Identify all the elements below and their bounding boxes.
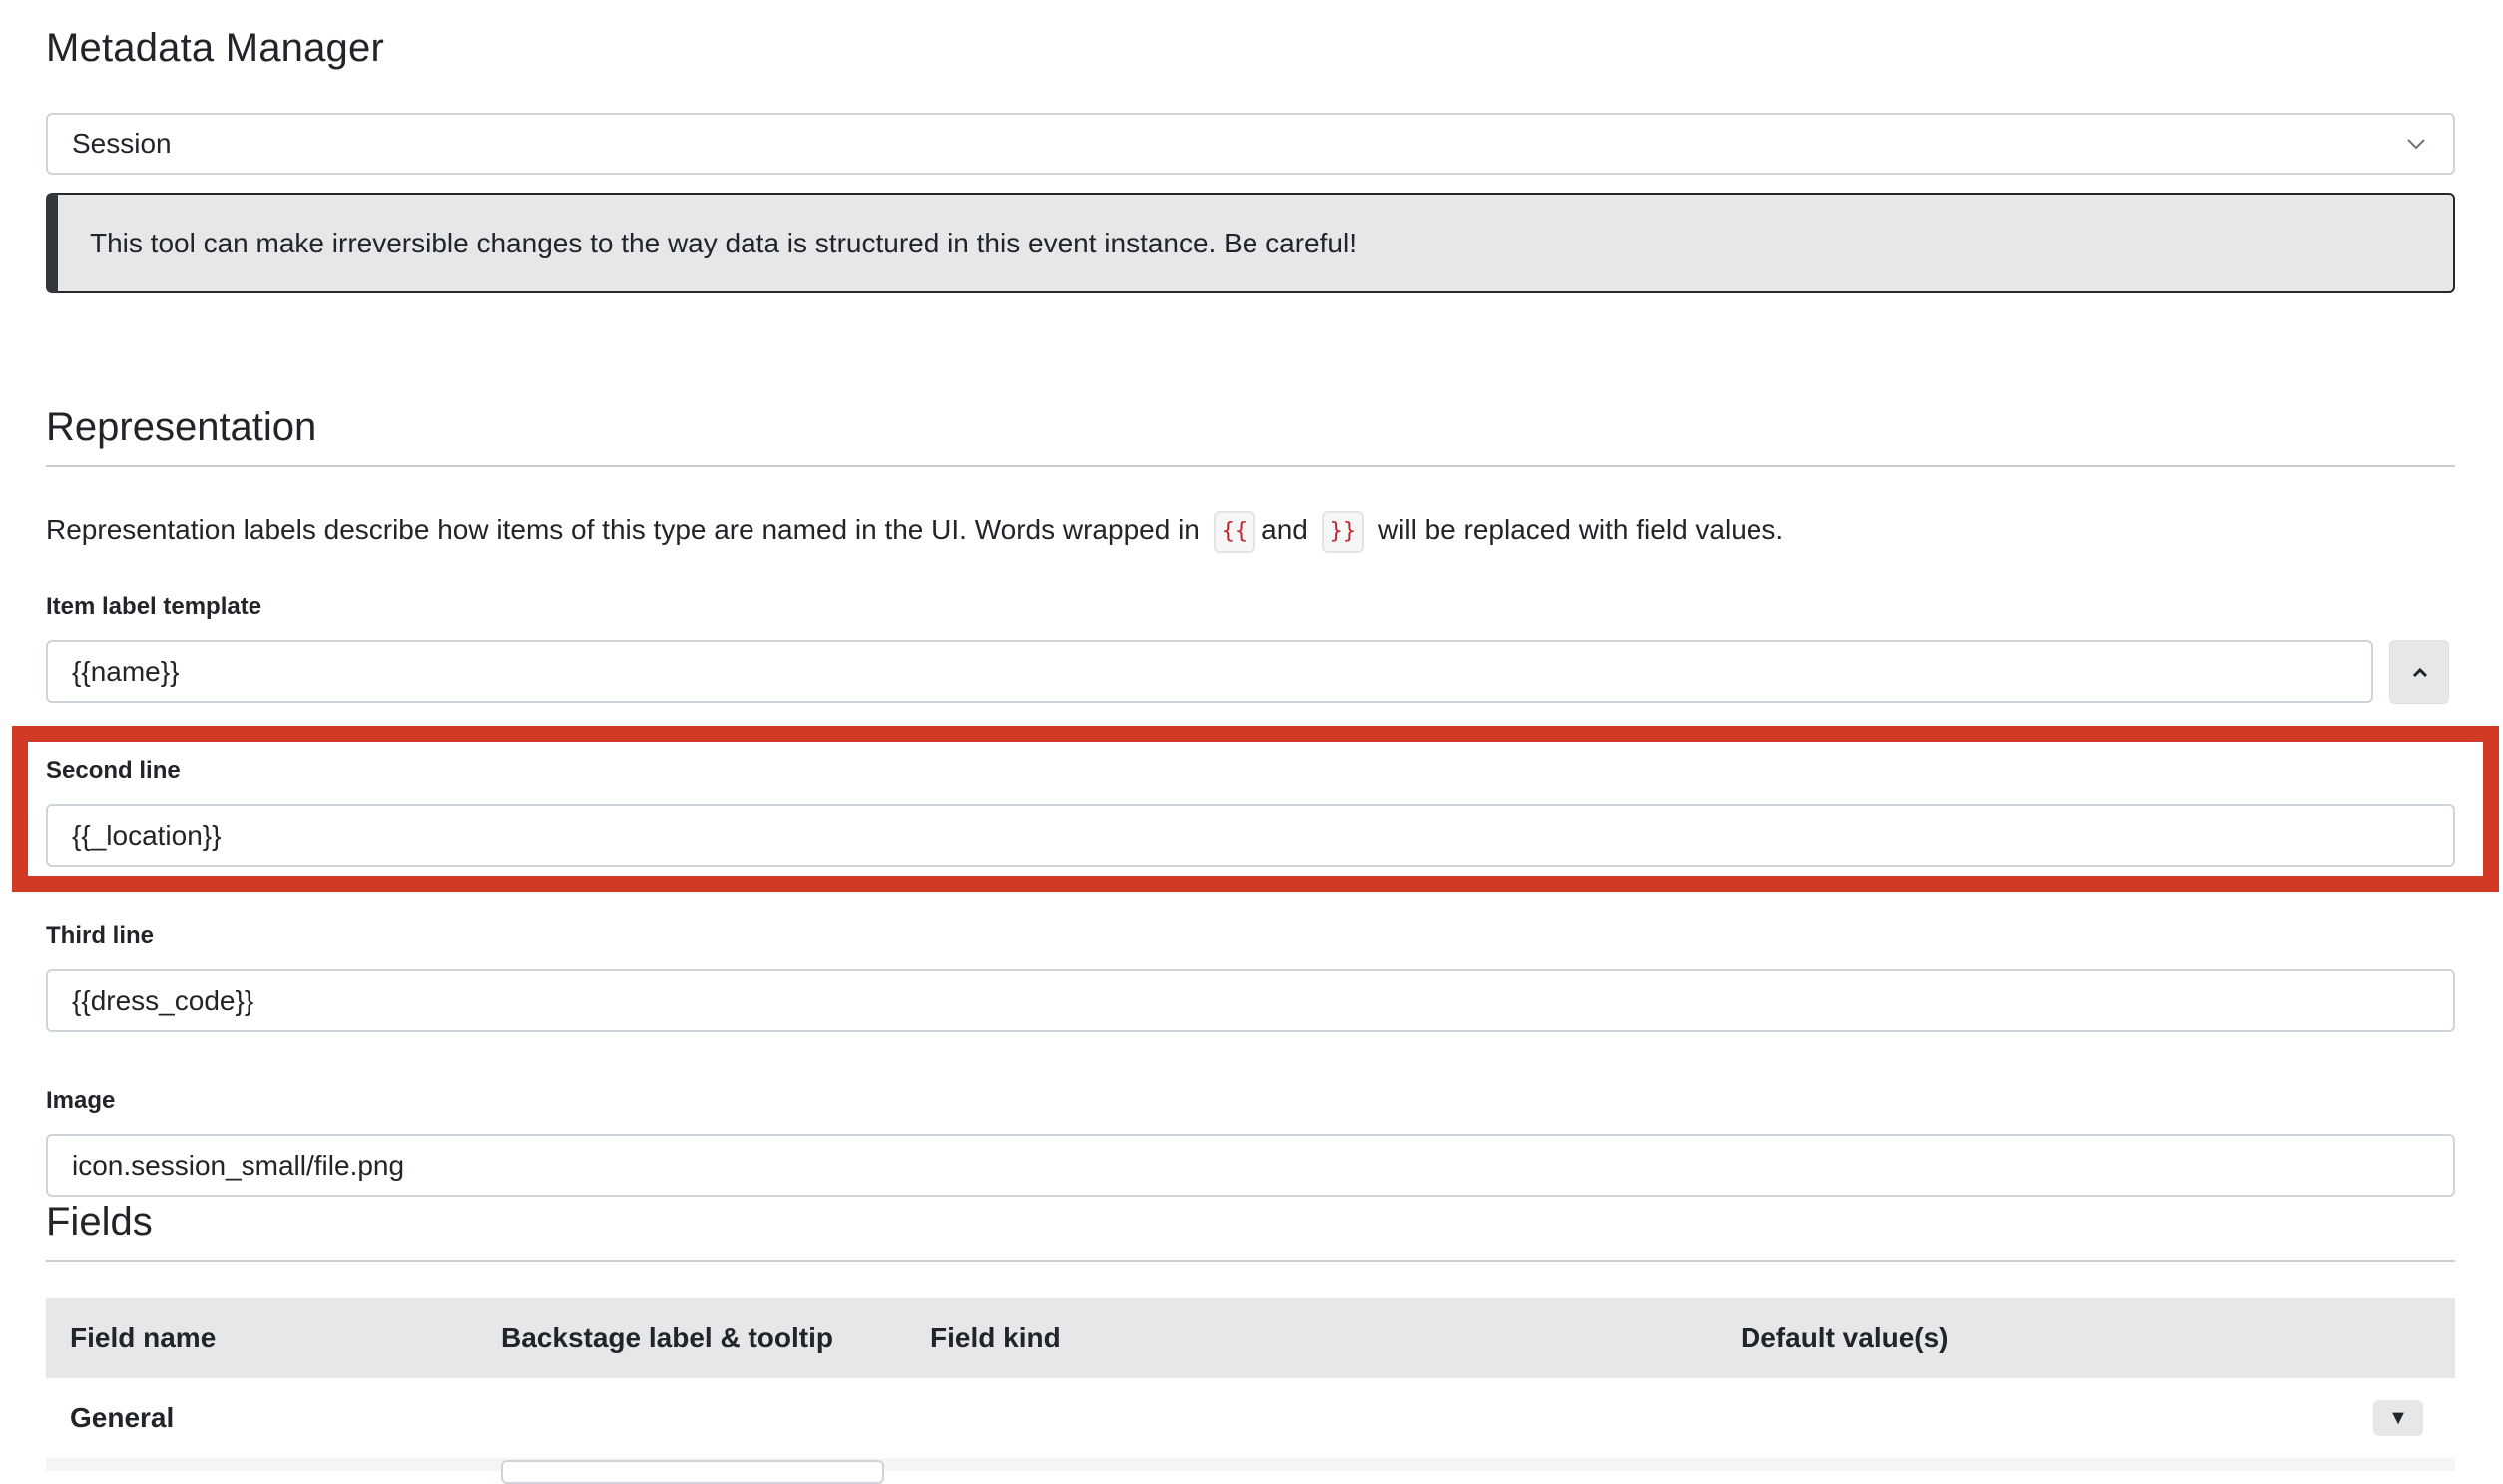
group-row-general: General ▼ [46,1378,2455,1458]
description-and: and [1261,514,1308,545]
type-select[interactable]: Session [46,113,2455,175]
image-input[interactable]: icon.session_small/file.png [46,1134,2455,1197]
open-token-code: {{ [1213,510,1256,553]
third-line-label: Third line [46,922,154,949]
table-row [46,1458,2455,1484]
highlight-box [12,726,2499,892]
fields-heading: Fields [46,1200,153,1243]
column-field-name: Field name [70,1322,217,1353]
representation-heading: Representation [46,405,317,449]
group-toggle-button[interactable]: ▼ [2373,1400,2423,1436]
close-token-code: }} [1321,510,1365,553]
chevron-up-icon [2412,667,2428,678]
type-select-value: Session [72,128,172,159]
backstage-label-input[interactable] [501,1460,884,1484]
third-line-value: {{dress_code}} [72,985,254,1016]
chevron-down-icon [2407,139,2425,150]
warning-alert-text: This tool can make irreversible changes … [90,228,1357,258]
description-text-after: will be replaced with field values. [1377,514,1784,545]
image-label: Image [46,1087,116,1114]
image-value: icon.session_small/file.png [72,1150,405,1181]
representation-divider [46,465,2455,467]
description-text-before: Representation labels describe how items… [46,514,1200,545]
column-default-values: Default value(s) [1741,1322,1949,1353]
page-title: Metadata Manager [46,26,384,70]
third-line-input[interactable]: {{dress_code}} [46,969,2455,1032]
warning-alert: This tool can make irreversible changes … [46,193,2455,293]
item-label-template-label: Item label template [46,593,262,620]
collapse-button[interactable] [2389,640,2449,704]
group-name: General [70,1402,175,1433]
item-label-template-input[interactable]: {{name}} [46,640,2373,703]
fields-table-header: Field name Backstage label & tooltip Fie… [46,1298,2455,1378]
fields-divider [46,1260,2455,1262]
item-label-template-value: {{name}} [72,656,180,687]
column-backstage-label: Backstage label & tooltip [501,1322,833,1353]
representation-description: Representation labels describe how items… [46,507,1783,553]
column-field-kind: Field kind [930,1322,1061,1353]
